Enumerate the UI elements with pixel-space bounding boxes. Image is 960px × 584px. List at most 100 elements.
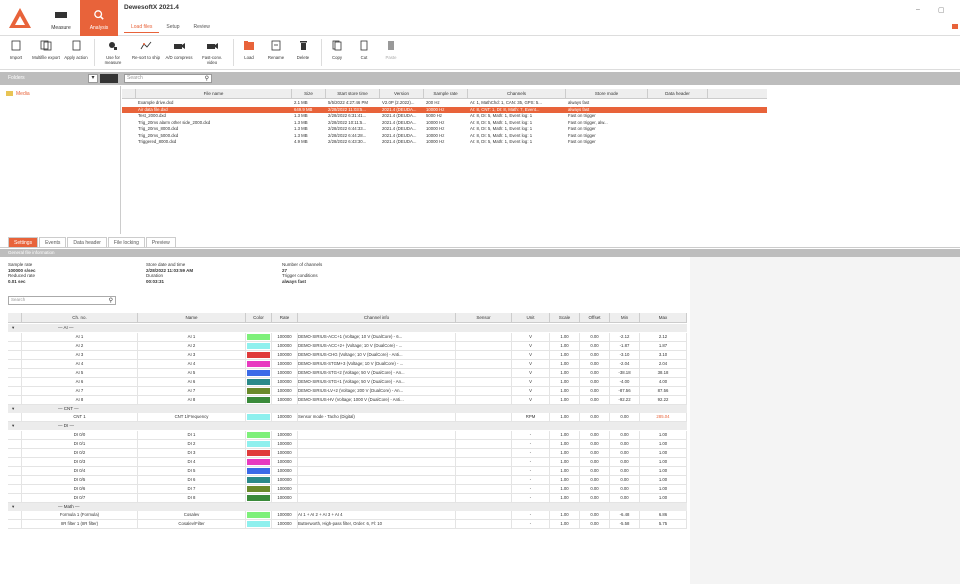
channel-row[interactable]: DI 0/2 DI 3 100000-1.00 0.00 0.00 1.00 (8, 448, 687, 458)
channel-column-header[interactable]: Name (138, 313, 246, 322)
row-selector[interactable] (8, 484, 22, 493)
row-selector[interactable] (8, 377, 22, 386)
channel-column-header[interactable]: Channel info (298, 313, 456, 322)
multifile-export-button[interactable]: Multifile export (31, 36, 61, 69)
row-selector[interactable] (8, 493, 22, 502)
row-selector[interactable] (8, 350, 22, 359)
channel-search-input[interactable]: Search ⚲ (8, 296, 116, 305)
file-column-header[interactable]: Channels (468, 89, 566, 98)
tab-events[interactable]: Events (39, 237, 67, 247)
channel-row[interactable]: CNT 1 CNT 1/Frequency 100000 Sensor mode - … (8, 413, 687, 422)
file-column-header[interactable]: Data header (648, 89, 708, 98)
file-search-input[interactable]: Search ⚲ (124, 74, 212, 83)
channel-row[interactable]: DI 0/3 DI 4 100000-1.00 0.00 0.00 1.00 (8, 457, 687, 467)
row-selector[interactable] (8, 386, 22, 395)
tab-file-locking[interactable]: File locking (107, 237, 145, 247)
file-row[interactable]: Example drive.dxd 2.1 MB 5/5/2022 4:27:46 … (122, 100, 767, 106)
collapse-icon[interactable]: ▾ (12, 503, 14, 511)
paste-button[interactable]: Paste (379, 36, 403, 69)
minimize-button[interactable]: – (916, 6, 920, 13)
channel-column-header[interactable]: Unit (512, 313, 550, 322)
tab-review[interactable]: Review (186, 22, 216, 33)
channel-row[interactable]: AI 3 AI 3 100000 DEMO-SIRIUS-CHG (Voltage; … (8, 350, 687, 360)
row-selector[interactable] (8, 457, 22, 466)
channel-row[interactable]: IIR filter 1 (IIR filter) Cosalev/Filter 1… (8, 520, 687, 529)
row-selector[interactable] (8, 368, 22, 377)
row-selector[interactable] (8, 359, 22, 368)
tab-data-header[interactable]: Data header (67, 237, 107, 247)
tab-setup[interactable]: Setup (159, 22, 186, 33)
folder-dropdown[interactable]: ▾ (88, 74, 98, 83)
file-column-header[interactable]: Store mode (566, 89, 648, 98)
folder-browse-button[interactable] (100, 74, 118, 83)
channel-row[interactable]: AI 6 AI 6 100000 DEMO-SIRIUS-STG+1 (Voltage… (8, 377, 687, 387)
rename-button[interactable]: Rename (264, 36, 288, 69)
tab-load-files[interactable]: Load files (124, 22, 160, 33)
file-column-header[interactable]: Sample rate (424, 89, 468, 98)
channel-group-row[interactable]: ▾ — CNT — (8, 404, 687, 413)
channel-row[interactable]: AI 5 AI 5 100000 DEMO-SIRIUS-STG+2 (Voltage… (8, 368, 687, 378)
resort-button[interactable]: Re-sort to ship (131, 36, 161, 69)
copy-button[interactable]: Copy (325, 36, 349, 69)
channel-column-header[interactable]: Scale (550, 313, 580, 322)
file-row[interactable]: Air data file.dxd 649.9 MB 2/28/2022 11:03… (122, 106, 767, 113)
channel-row[interactable]: DI 0/0 DI 1 100000-1.00 0.00 0.00 1.00 (8, 430, 687, 440)
cut-button[interactable]: Cut (352, 36, 376, 69)
channel-column-header[interactable]: Offset (580, 313, 610, 322)
row-selector[interactable] (8, 430, 22, 439)
options-icon[interactable] (952, 24, 958, 29)
file-column-header[interactable]: Size (292, 89, 326, 98)
row-selector[interactable] (8, 341, 22, 350)
channel-row[interactable]: DI 0/5 DI 6 100000-1.00 0.00 0.00 1.00 (8, 475, 687, 485)
channel-row[interactable]: AI 2 AI 2 100000 DEMO-SIRIUS-ACC+2+ (Voltag… (8, 341, 687, 351)
row-selector[interactable] (8, 520, 22, 528)
channel-row[interactable]: AI 7 AI 7 100000 DEMO-SIRIUS-LV+2 (Voltage;… (8, 386, 687, 396)
load-button[interactable]: Load (237, 36, 261, 69)
row-selector[interactable] (8, 466, 22, 475)
row-selector[interactable] (8, 439, 22, 448)
collapse-icon[interactable]: ▾ (12, 405, 14, 413)
channel-column-header[interactable]: Rate (272, 313, 298, 322)
analysis-mode-button[interactable]: Analysis (80, 0, 118, 36)
tree-item-media[interactable]: Media (6, 91, 30, 97)
file-row[interactable]: Trig_20ms alarm other side_2000.dxd 1.3 M… (122, 120, 767, 126)
channel-group-row[interactable]: ▾ — AI — (8, 324, 687, 332)
file-column-header[interactable] (122, 89, 136, 98)
channel-row[interactable]: AI 4 AI 4 100000 DEMO-SIRIUS-STGM+3 (Voltag… (8, 359, 687, 369)
channel-row[interactable]: DI 0/4 DI 5 100000-1.00 0.00 0.00 1.00 (8, 466, 687, 476)
file-row[interactable]: Triggered_8000.dxd 4.9 MB 2/28/2022 6:43:3… (122, 139, 767, 145)
collapse-icon[interactable]: ▾ (12, 324, 14, 332)
channel-group-row[interactable]: ▾ — DI — (8, 422, 687, 430)
delete-button[interactable]: Delete (291, 36, 315, 69)
channel-column-header[interactable]: Min (610, 313, 640, 322)
channel-column-header[interactable]: Color (246, 313, 272, 322)
row-selector[interactable] (8, 448, 22, 457)
tab-preview[interactable]: Preview (145, 237, 176, 247)
row-selector[interactable] (8, 395, 22, 404)
channel-row[interactable]: AI 1 AI 1 100000 DEMO-SIRIUS-ACC+1 (Voltage… (8, 332, 687, 342)
channel-column-header[interactable]: Sensor (456, 313, 512, 322)
file-row[interactable]: Trig_20ms_5000.dxd 1.3 MB 2/28/2022 6:44:2… (122, 133, 767, 139)
channel-column-header[interactable] (8, 313, 22, 322)
tab-settings[interactable]: Settings (8, 237, 39, 247)
use-for-measure-button[interactable]: Use for measure (98, 36, 128, 69)
channel-row[interactable]: DI 0/1 DI 2 100000-1.00 0.00 0.00 1.00 (8, 439, 687, 449)
row-selector[interactable] (8, 332, 22, 341)
channel-row[interactable]: DI 0/7 DI 8 100000-1.00 0.00 0.00 1.00 (8, 493, 687, 503)
channel-column-header[interactable]: Ch. no. (22, 313, 138, 322)
maximize-button[interactable]: ▢ (938, 6, 945, 14)
channel-group-row[interactable]: ▾ — Math — (8, 502, 687, 511)
channel-row[interactable]: AI 8 AI 8 100000 DEMO-SIRIUS-HV (Voltage; 1… (8, 395, 687, 405)
row-selector[interactable] (8, 511, 22, 519)
compress-button[interactable]: A/D compress (164, 36, 194, 69)
file-column-header[interactable]: Start store time (326, 89, 380, 98)
row-selector[interactable] (8, 475, 22, 484)
import-button[interactable]: Import (4, 36, 28, 69)
file-row[interactable]: Test_2000.dxd 1.3 MB 2/28/2022 6:31:41... 2… (122, 113, 767, 119)
fast-conv-video-button[interactable]: Fast-conv. video (197, 36, 227, 69)
channel-column-header[interactable]: Max (640, 313, 687, 322)
file-column-header[interactable]: Version (380, 89, 424, 98)
collapse-icon[interactable]: ▾ (12, 422, 14, 430)
measure-mode-button[interactable]: Measure (42, 0, 80, 36)
channel-row[interactable]: DI 0/6 DI 7 100000-1.00 0.00 0.00 1.00 (8, 484, 687, 494)
